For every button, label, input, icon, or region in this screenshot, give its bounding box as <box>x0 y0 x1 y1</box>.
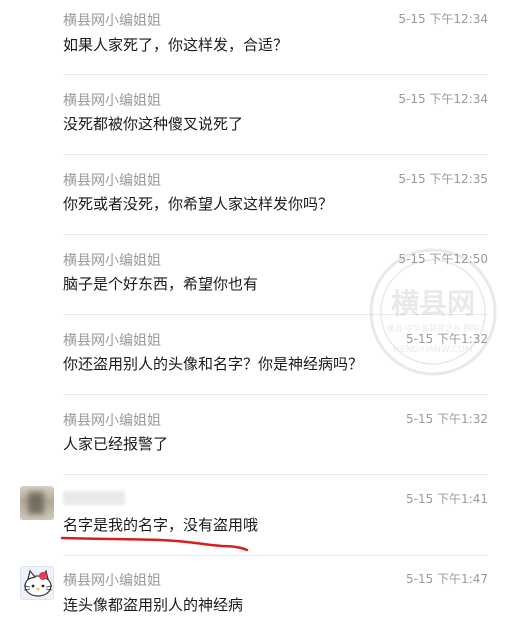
comment-time: 5-15 下午1:47 <box>406 572 488 586</box>
comment-item[interactable]: 5-15 下午1:41 名字是我的名字，没有盗用哦 <box>0 480 512 560</box>
comment-item[interactable]: 横县网小编姐姐 5-15 下午12:34 没死都被你这种傻叉说死了 <box>0 80 512 158</box>
comment-author[interactable]: 横县网小编姐姐 <box>63 170 161 190</box>
comment-text: 你死或者没死，你希望人家这样发你吗？ <box>63 195 334 213</box>
comment-time: 5-15 下午12:34 <box>398 12 488 26</box>
comment-item[interactable]: 横县网小编姐姐 5-15 下午1:32 你还盗用别人的头像和名字？你是神经病吗？ <box>0 320 512 398</box>
divider <box>63 394 488 395</box>
comment-text: 连头像都盗用别人的神经病 <box>63 596 244 614</box>
comment-time: 5-15 下午12:35 <box>398 172 488 186</box>
hello-kitty-avatar-icon[interactable] <box>20 566 54 600</box>
comment-author-hidden[interactable] <box>63 491 125 505</box>
divider <box>63 234 488 235</box>
blurred-avatar-icon[interactable] <box>20 486 54 520</box>
divider <box>63 474 488 475</box>
comment-author[interactable]: 横县网小编姐姐 <box>63 330 161 350</box>
comment-author[interactable]: 横县网小编姐姐 <box>63 10 161 30</box>
comment-text: 脑子是个好东西，希望你也有 <box>63 275 259 293</box>
comment-author[interactable]: 横县网小编姐姐 <box>63 250 161 270</box>
divider <box>63 74 488 75</box>
comment-text: 人家已经报警了 <box>63 435 169 453</box>
comment-item[interactable]: 横县网小编姐姐 5-15 下午1:32 人家已经报警了 <box>0 400 512 478</box>
comment-item[interactable]: 横县网小编姐姐 5-15 下午12:50 脑子是个好东西，希望你也有 <box>0 240 512 318</box>
comment-text: 名字是我的名字，没有盗用哦 <box>63 516 259 534</box>
comment-author[interactable]: 横县网小编姐姐 <box>63 410 161 430</box>
comment-list: 横县网小编姐姐 5-15 下午12:34 如果人家死了，你这样发，合适？ 横县网… <box>0 0 512 625</box>
comment-time: 5-15 下午1:41 <box>406 492 488 506</box>
comment-text: 没死都被你这种傻叉说死了 <box>63 115 244 133</box>
comment-time: 5-15 下午1:32 <box>406 332 488 346</box>
comment-author[interactable]: 横县网小编姐姐 <box>63 90 161 110</box>
comment-author[interactable]: 横县网小编姐姐 <box>63 570 161 590</box>
comment-text: 如果人家死了，你这样发，合适？ <box>63 36 289 54</box>
comment-time: 5-15 下午1:32 <box>406 412 488 426</box>
comment-time: 5-15 下午12:50 <box>398 252 488 266</box>
divider <box>63 555 488 556</box>
comment-time: 5-15 下午12:34 <box>398 92 488 106</box>
comment-text: 你还盗用别人的头像和名字？你是神经病吗？ <box>63 355 364 373</box>
comment-item[interactable]: 横县网小编姐姐 5-15 下午12:34 如果人家死了，你这样发，合适？ <box>0 0 512 78</box>
divider <box>63 154 488 155</box>
comment-item[interactable]: 横县网小编姐姐 5-15 下午12:35 你死或者没死，你希望人家这样发你吗？ <box>0 160 512 238</box>
comment-item[interactable]: 横县网小编姐姐 5-15 下午1:47 连头像都盗用别人的神经病 <box>0 562 512 625</box>
divider <box>63 314 488 315</box>
